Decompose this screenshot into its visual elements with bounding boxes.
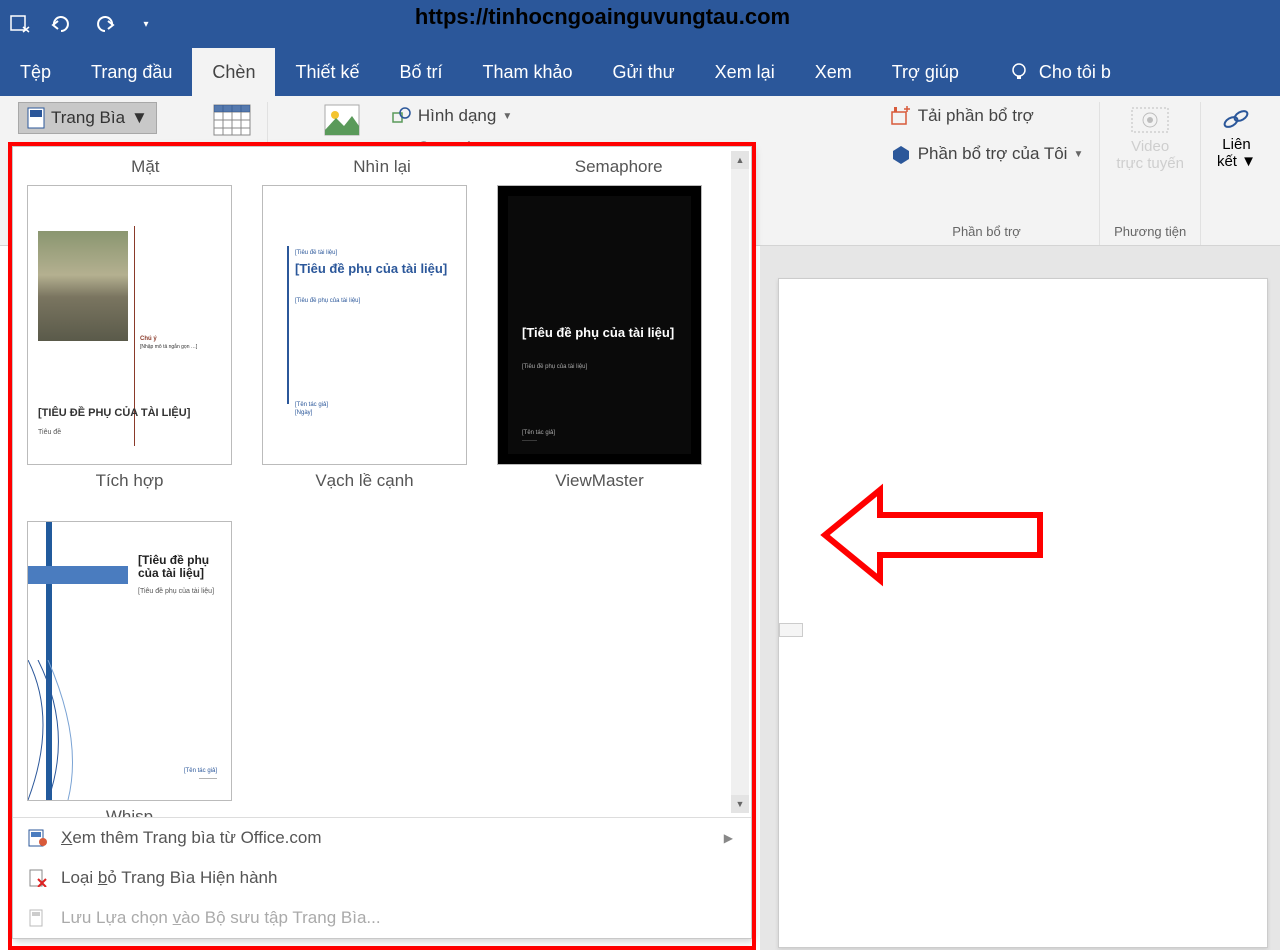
- remove-page-icon: [27, 868, 49, 888]
- lightbulb-icon: [1009, 62, 1029, 82]
- store-icon: [890, 106, 912, 126]
- pictures-button[interactable]: [318, 102, 366, 138]
- gallery-item-label: Tích hợp: [27, 471, 232, 491]
- tab-file[interactable]: Tệp: [0, 48, 71, 96]
- chevron-down-icon: ▼: [502, 111, 512, 122]
- tell-me[interactable]: Cho tôi b: [1009, 48, 1111, 96]
- online-video-button[interactable]: Videotrực tuyến: [1110, 102, 1190, 175]
- gallery-section-header: Mặt: [27, 155, 264, 185]
- undo-icon[interactable]: [50, 12, 74, 36]
- tell-me-label: Cho tôi b: [1039, 62, 1111, 83]
- save-icon[interactable]: [8, 12, 32, 36]
- save-selection-icon: [27, 908, 49, 928]
- gallery-item-viewmaster[interactable]: [Tiêu đề phụ của tài liệu] [Tiêu đề phụ …: [497, 185, 702, 491]
- cover-page-icon: [27, 107, 45, 129]
- document-page[interactable]: [778, 278, 1268, 948]
- addins-icon: [890, 144, 912, 164]
- annotation-arrow-icon: [820, 480, 1050, 590]
- tab-help[interactable]: Trợ giúp: [872, 48, 979, 96]
- gallery-scrollbar[interactable]: ▲ ▼: [731, 151, 749, 813]
- gallery-section-header: Nhìn lại: [264, 155, 501, 185]
- watermark-url: https://tinhocngoainguvungtau.com: [415, 4, 790, 30]
- tab-references[interactable]: Tham khảo: [463, 48, 593, 96]
- gallery-item-label: ViewMaster: [497, 471, 702, 491]
- tab-home[interactable]: Trang đầu: [71, 48, 192, 96]
- gallery-item-label: Whisp: [27, 807, 232, 817]
- gallery-item-whisp[interactable]: [Tiêu đề phụ của tài liệu] [Tiêu đề phụ …: [27, 521, 232, 817]
- tab-review[interactable]: Xem lại: [695, 48, 795, 96]
- customize-qat-icon[interactable]: ▾: [134, 12, 158, 36]
- document-area: [760, 246, 1280, 950]
- gallery-item-tichhop[interactable]: Chú ý [Nhập mô tả ngắn gọn …] [TIÊU ĐỀ P…: [27, 185, 232, 491]
- office-icon: [27, 828, 49, 848]
- more-from-office-menuitem[interactable]: Xem thêm Trang bìa từ Office.com ▶: [13, 818, 751, 858]
- redo-icon[interactable]: [92, 12, 116, 36]
- tab-design[interactable]: Thiết kế: [275, 48, 379, 96]
- margin-marker: [779, 623, 803, 637]
- pictures-icon: [324, 104, 360, 136]
- tab-view[interactable]: Xem: [795, 48, 872, 96]
- get-addins-label: Tải phần bổ trợ: [918, 106, 1034, 126]
- shapes-icon: [392, 107, 412, 125]
- chevron-down-icon: ▼: [131, 108, 148, 128]
- video-icon: [1130, 104, 1170, 136]
- ribbon-tabs: Tệp Trang đầu Chèn Thiết kế Bố trí Tham …: [0, 48, 1280, 96]
- cover-page-button[interactable]: Trang Bìa ▼: [18, 102, 157, 134]
- cover-page-label: Trang Bìa: [51, 108, 125, 128]
- shapes-button[interactable]: Hình dạng ▼: [386, 102, 518, 130]
- gallery-item-label: Vạch lề cạnh: [262, 471, 467, 491]
- table-icon: [213, 104, 251, 136]
- link-icon: [1220, 104, 1252, 134]
- scroll-down-icon[interactable]: ▼: [731, 795, 749, 813]
- my-addins-label: Phần bổ trợ của Tôi: [918, 144, 1068, 164]
- save-to-gallery-menuitem: Lưu Lựa chọn vào Bộ sưu tập Trang Bìa...: [13, 898, 751, 938]
- tab-layout[interactable]: Bố trí: [379, 48, 462, 96]
- links-button[interactable]: Liênkết ▼: [1211, 102, 1262, 173]
- chevron-right-icon: ▶: [724, 831, 733, 845]
- chevron-down-icon: ▼: [1073, 149, 1083, 160]
- tab-insert[interactable]: Chèn: [192, 48, 275, 96]
- addins-group-label: Phần bổ trợ: [952, 220, 1021, 245]
- media-group-label: Phương tiện: [1114, 220, 1186, 245]
- scroll-up-icon[interactable]: ▲: [731, 151, 749, 169]
- tab-mailings[interactable]: Gửi thư: [593, 48, 695, 96]
- shapes-label: Hình dạng: [418, 106, 496, 126]
- table-button[interactable]: [207, 102, 257, 138]
- remove-cover-menuitem[interactable]: Loại bỏ Trang Bìa Hiện hành: [13, 858, 751, 898]
- cover-page-gallery: Mặt Nhìn lại Semaphore Chú ý [Nhập mô tả…: [12, 146, 752, 939]
- gallery-item-vach[interactable]: [Tiêu đề tài liệu] [Tiêu đề phụ của tài …: [262, 185, 467, 491]
- gallery-footer-menu: Xem thêm Trang bìa từ Office.com ▶ Loại …: [13, 817, 751, 938]
- get-addins-button[interactable]: Tải phần bổ trợ: [884, 102, 1040, 130]
- my-addins-button[interactable]: Phần bổ trợ của Tôi ▼: [884, 140, 1090, 168]
- gallery-section-header: Semaphore: [500, 155, 737, 185]
- quick-access-toolbar: ▾ https://tinhocngoainguvungtau.com: [0, 0, 1280, 48]
